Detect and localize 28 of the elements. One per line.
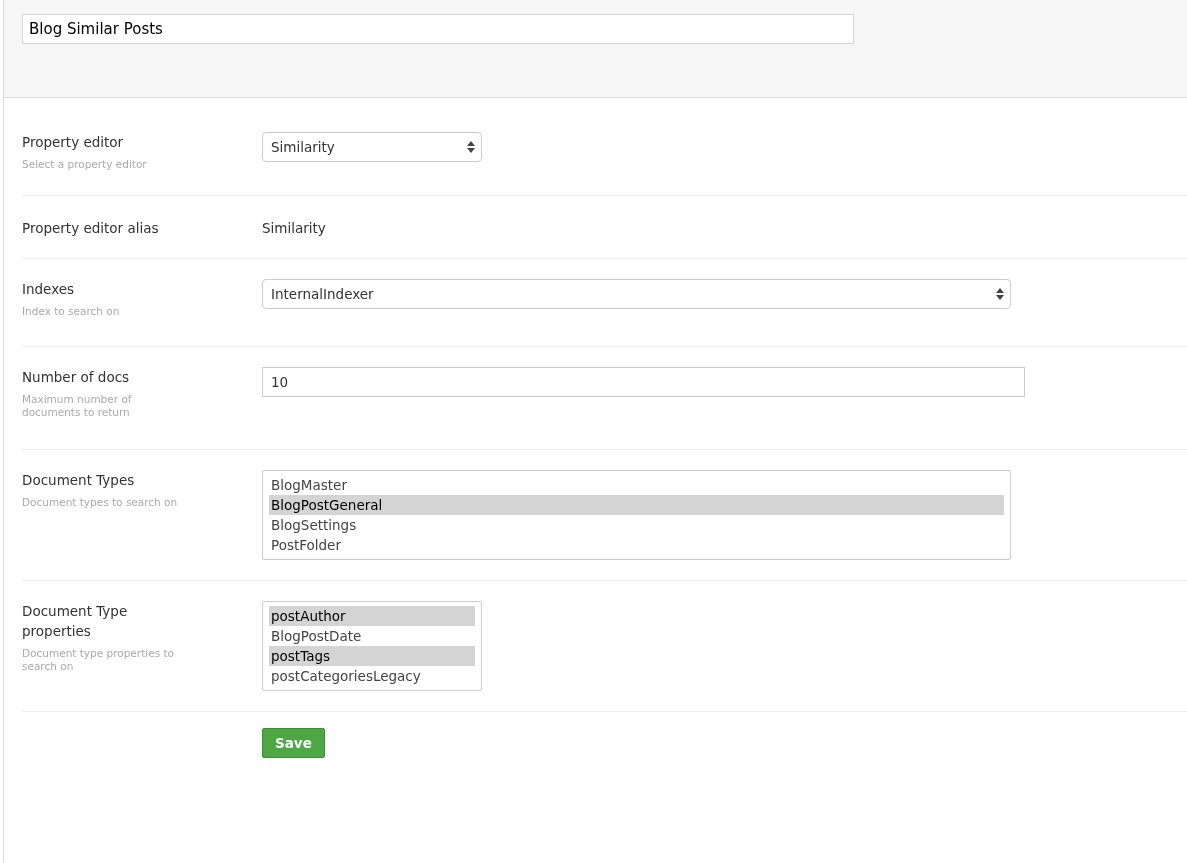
up-down-arrows-icon — [996, 288, 1004, 300]
field-label: Property editor alias — [22, 219, 160, 238]
field-hint: Document type properties to search on — [22, 647, 175, 673]
list-option[interactable]: BlogSettings — [269, 515, 1004, 535]
field-label: Indexes — [22, 280, 76, 299]
list-option[interactable]: postTags — [269, 646, 475, 666]
field-hint: Select a property editor — [22, 158, 148, 171]
field-label: Number of docs — [22, 368, 131, 387]
dropdown-select[interactable]: InternalIndexer — [262, 279, 1011, 309]
field-label: Document Type properties — [22, 602, 129, 641]
multi-select-list[interactable]: BlogMaster BlogPostGeneral BlogSettings PostFolder — [262, 470, 1011, 560]
field-hint: Index to search on — [22, 305, 121, 318]
list-option[interactable]: postCategoriesLegacy — [269, 666, 475, 686]
list-option[interactable]: postAuthor — [269, 606, 475, 626]
field-hint: Maximum number of documents to return — [22, 393, 133, 419]
dropdown-select[interactable]: Similarity — [262, 132, 482, 162]
field-hint: Document types to search on — [22, 496, 179, 509]
multi-select-list[interactable]: postAuthor BlogPostDate postTags postCategoriesLegacy — [262, 601, 482, 691]
list-option[interactable]: BlogPostDate — [269, 626, 475, 646]
field-value: Similarity — [262, 219, 326, 238]
field-label: Property editor — [22, 133, 125, 152]
list-option[interactable]: PostFolder — [269, 535, 1004, 555]
input-field[interactable]: 10 — [262, 367, 1025, 397]
name-input[interactable]: Blog Similar Posts — [22, 14, 854, 44]
up-down-arrows-icon — [467, 141, 475, 153]
field-label: Document Types — [22, 471, 136, 490]
list-option[interactable]: BlogPostGeneral — [269, 495, 1004, 515]
list-option[interactable]: BlogMaster — [269, 475, 1004, 495]
